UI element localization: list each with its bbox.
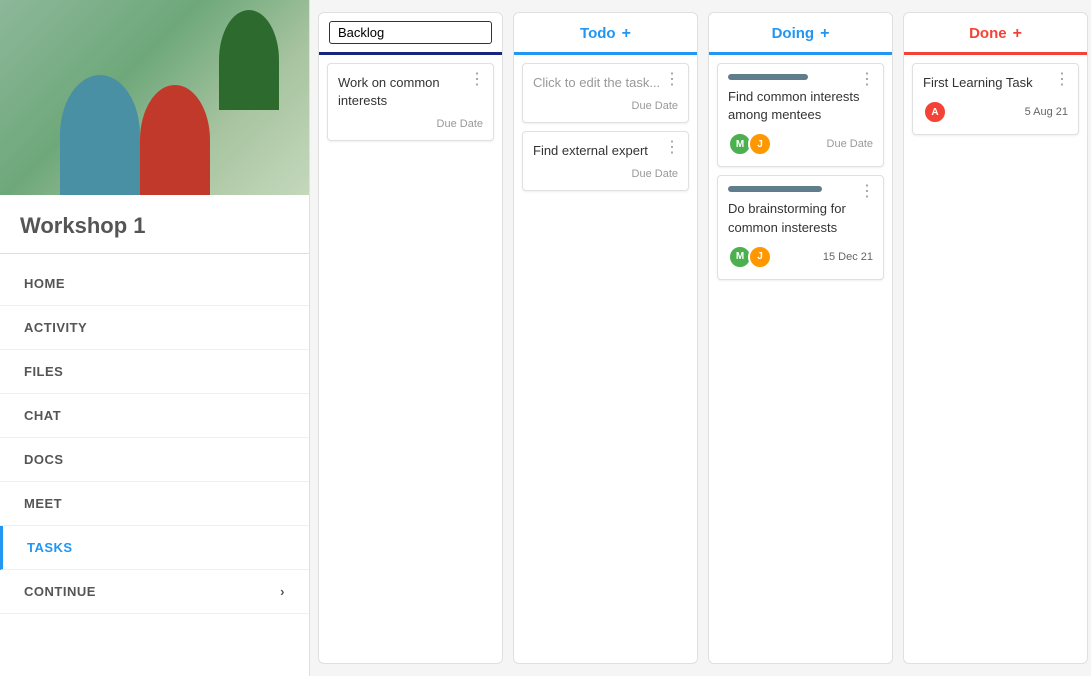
sidebar-item-home[interactable]: HOME — [0, 262, 309, 306]
card-due-date: Due Date — [338, 118, 483, 130]
sidebar: Workshop 1 HOME ACTIVITY FILES CHAT DOCS… — [0, 0, 310, 676]
backlog-title-input[interactable] — [329, 21, 492, 44]
card-title: Find common interests among mentees — [728, 88, 873, 124]
done-add-button[interactable]: + — [1013, 26, 1022, 42]
sidebar-item-meet[interactable]: MEET — [0, 482, 309, 526]
progress-bar — [728, 74, 808, 80]
avatars: M J — [728, 132, 768, 156]
card-footer: M J Due Date — [728, 132, 873, 156]
card-menu-icon[interactable]: ⋮ — [859, 184, 875, 200]
doing-title: Doing — [772, 25, 815, 42]
progress-bar — [728, 186, 822, 192]
card-due-date: Due Date — [827, 138, 873, 150]
card-footer: M J 15 Dec 21 — [728, 245, 873, 269]
card-brainstorming: ⋮ Do brainstorming for common insterests… — [717, 175, 884, 279]
workshop-image — [0, 0, 309, 195]
card-menu-icon[interactable]: ⋮ — [469, 72, 485, 88]
sidebar-divider — [0, 253, 309, 254]
sidebar-item-tasks[interactable]: TASKS — [0, 526, 309, 570]
card-footer: A 5 Aug 21 — [923, 100, 1068, 124]
kanban-board: ⋮ Work on common interests Due Date Todo… — [310, 0, 1091, 676]
column-backlog: ⋮ Work on common interests Due Date — [318, 12, 503, 664]
todo-body: ⋮ Click to edit the task... Due Date ⋮ F… — [514, 55, 697, 663]
card-title: Work on common interests — [338, 74, 483, 110]
card-find-external-expert: ⋮ Find external expert Due Date — [522, 131, 689, 191]
card-click-to-edit: ⋮ Click to edit the task... Due Date — [522, 63, 689, 123]
doing-body: ⋮ Find common interests among mentees M … — [709, 55, 892, 663]
backlog-header — [319, 13, 502, 55]
done-title: Done — [969, 25, 1007, 42]
column-doing: Doing + ⋮ Find common interests among me… — [708, 12, 893, 664]
card-first-learning-task: ⋮ First Learning Task A 5 Aug 21 — [912, 63, 1079, 135]
column-done: Done + ⋮ First Learning Task A 5 Aug 21 — [903, 12, 1088, 664]
todo-add-button[interactable]: + — [622, 26, 631, 42]
card-title: Find external expert — [533, 142, 678, 160]
card-title[interactable]: Click to edit the task... — [533, 74, 678, 92]
card-due-date: Due Date — [533, 168, 678, 180]
todo-title: Todo — [580, 25, 616, 42]
column-todo: Todo + ⋮ Click to edit the task... Due D… — [513, 12, 698, 664]
card-menu-icon[interactable]: ⋮ — [1054, 72, 1070, 88]
todo-header: Todo + — [514, 13, 697, 55]
card-find-common-interests: ⋮ Find common interests among mentees M … — [717, 63, 884, 167]
sidebar-item-continue[interactable]: CONTINUE › — [0, 570, 309, 614]
done-header: Done + — [904, 13, 1087, 55]
card-menu-icon[interactable]: ⋮ — [664, 72, 680, 88]
backlog-body: ⋮ Work on common interests Due Date — [319, 55, 502, 663]
sidebar-item-chat[interactable]: CHAT — [0, 394, 309, 438]
done-body: ⋮ First Learning Task A 5 Aug 21 — [904, 55, 1087, 663]
avatar: J — [748, 132, 772, 156]
sidebar-nav: HOME ACTIVITY FILES CHAT DOCS MEET TASKS… — [0, 262, 309, 614]
card-due-date: Due Date — [533, 100, 678, 112]
avatars: M J — [728, 245, 768, 269]
avatar: J — [748, 245, 772, 269]
card-date: 5 Aug 21 — [1025, 106, 1068, 118]
avatar: A — [923, 100, 947, 124]
sidebar-item-docs[interactable]: DOCS — [0, 438, 309, 482]
chevron-right-icon: › — [280, 584, 285, 599]
sidebar-item-files[interactable]: FILES — [0, 350, 309, 394]
workspace-title: Workshop 1 — [0, 195, 309, 245]
card-menu-icon[interactable]: ⋮ — [859, 72, 875, 88]
card-work-common-interests: ⋮ Work on common interests Due Date — [327, 63, 494, 141]
card-title: First Learning Task — [923, 74, 1068, 92]
card-title: Do brainstorming for common insterests — [728, 200, 873, 236]
doing-header: Doing + — [709, 13, 892, 55]
card-date: 15 Dec 21 — [823, 251, 873, 263]
avatars: A — [923, 100, 943, 124]
card-menu-icon[interactable]: ⋮ — [664, 140, 680, 156]
doing-add-button[interactable]: + — [820, 26, 829, 42]
sidebar-item-activity[interactable]: ACTIVITY — [0, 306, 309, 350]
